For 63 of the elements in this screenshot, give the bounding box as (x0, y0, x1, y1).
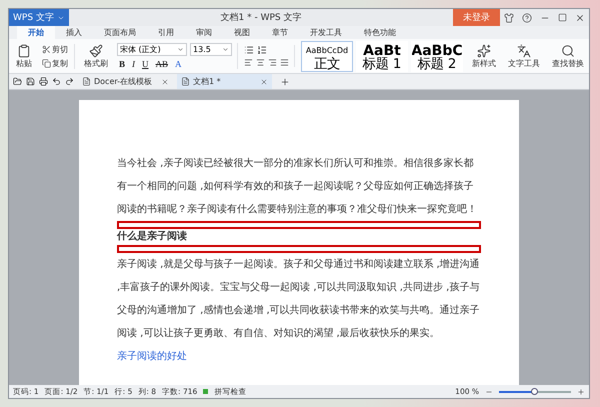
brush-icon (89, 44, 103, 58)
help-icon (522, 12, 532, 22)
ribbon-tool-button[interactable]: 文字工具 (505, 44, 543, 68)
ribbon-tab[interactable]: 引用 (147, 26, 185, 39)
clipboard-icon (17, 44, 31, 58)
font-size-field[interactable]: 13.5 (190, 43, 232, 56)
align-right-icon (268, 58, 277, 67)
style-card[interactable]: AaBt 标题 1 (356, 40, 408, 72)
translate-icon (517, 44, 531, 58)
close-icon (260, 78, 268, 86)
section-heading: 什么是亲子阅读 (117, 229, 188, 244)
ribbon-tab[interactable]: 开发工具 (299, 26, 353, 39)
bold-button[interactable]: B (117, 59, 128, 69)
document-icon (82, 77, 91, 86)
align-center-icon (256, 58, 265, 67)
style-card[interactable]: AaBbCcDd 正文 (301, 40, 353, 72)
copy-icon (42, 58, 51, 68)
ribbon-tool-button[interactable]: 查找替换 (549, 44, 587, 68)
window-title: 文档1 * - WPS 文字 (220, 12, 302, 24)
sparkle-icon (477, 44, 491, 58)
justify-icon (280, 58, 289, 67)
cut-button[interactable]: 剪切 (41, 44, 69, 54)
ribbon-tab[interactable]: 插入 (55, 26, 93, 39)
copy-button[interactable]: 复制 (41, 58, 69, 68)
print-icon (39, 77, 48, 86)
plus-icon (577, 388, 585, 396)
ribbon-tab[interactable]: 特色功能 (353, 26, 407, 39)
scissors-icon (42, 44, 51, 54)
document-tab[interactable]: 文档1 * (177, 74, 272, 89)
folder-icon (13, 77, 22, 86)
numbered-list-icon (257, 45, 267, 55)
body-paragraph: 亲子阅读 ,就是父母与孩子一起阅读。孩子和父母通过书和阅读建立联系 ,增进沟通 ,丰富孩子的课外阅读。宝宝与父母一起阅读 ,可以共同汲取知识 ,共同进步 ,孩子与父母的沟通增加了 ,感情也会递增 ,可以共同收获读书带来的欢笑与共鸣。通过亲子阅读 ,可以让孩子更勇敢、有自信、对知识的渴望 ,最后收获快乐的果实。 (117, 258, 481, 341)
app-menu-button[interactable]: WPS 文字 (9, 9, 69, 26)
save-icon (26, 77, 35, 86)
maximize-icon (558, 13, 567, 22)
italic-button[interactable]: I (130, 59, 138, 69)
heading-link[interactable]: 亲子阅读的好处 (117, 345, 481, 368)
paste-button[interactable]: 粘贴 (13, 44, 35, 68)
ribbon-tab[interactable]: 视图 (223, 26, 261, 39)
caret-icon (222, 46, 229, 53)
ribbon-tab[interactable]: 页面布局 (93, 26, 147, 39)
font-name-field[interactable]: 宋体 (正文) (117, 43, 187, 56)
ribbon-tab[interactable]: 开始 (17, 26, 55, 39)
align-left-icon (244, 58, 253, 67)
body-paragraph: 当今社会 ,亲子阅读已经被很大一部分的准家长们所认可和推崇。相信很多家长都有一个相同的问题 ,如何科学有效的和孩子一起阅读呢？父母应如何正确选择孩子阅读的书籍呢？亲子阅读有什么需要特别注意的事项？准父母们快来一探究竟吧！ (117, 156, 478, 217)
bullet-list-icon (244, 45, 254, 55)
font-color-button[interactable]: A (173, 59, 184, 69)
close-icon (575, 12, 585, 22)
plus-icon (280, 76, 290, 86)
format-painter-button[interactable]: 格式刷 (81, 44, 111, 68)
undo-icon (52, 77, 61, 86)
document-icon (181, 77, 190, 86)
shirt-icon (504, 12, 514, 22)
ribbon-tab[interactable]: 审阅 (185, 26, 223, 39)
search-icon (561, 44, 575, 58)
strikethrough-button[interactable]: AB (154, 59, 170, 69)
close-icon (161, 78, 169, 86)
document-tab[interactable]: Docer-在线模板 (78, 74, 173, 89)
ribbon-tab[interactable]: 章节 (261, 26, 299, 39)
underline-button[interactable]: U (140, 59, 151, 69)
ribbon-tool-button[interactable]: 新样式 (469, 44, 499, 68)
caret-icon (177, 46, 184, 53)
redo-icon (65, 77, 74, 86)
